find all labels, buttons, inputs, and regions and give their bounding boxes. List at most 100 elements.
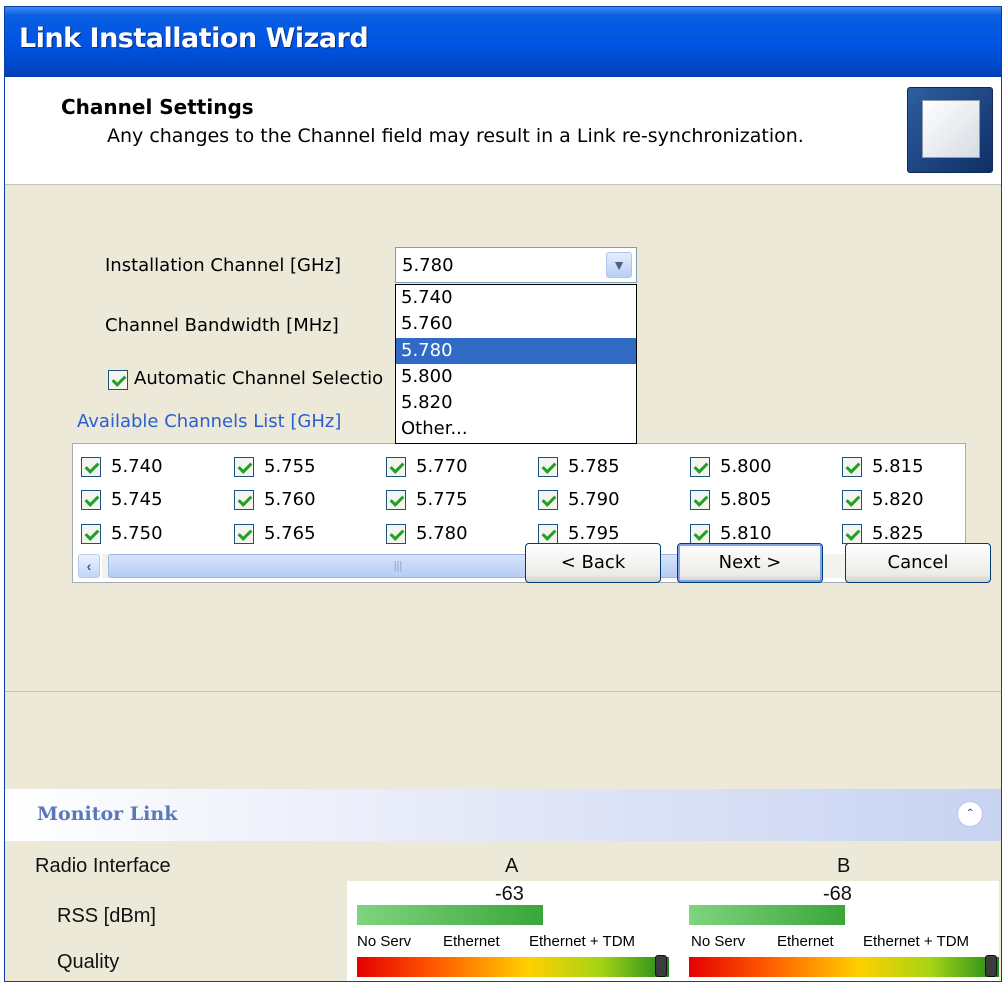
channel-item[interactable]: 5.775	[386, 489, 468, 510]
channel-item[interactable]: 5.750	[81, 523, 163, 544]
channel-checkbox[interactable]	[386, 457, 406, 477]
channel-item[interactable]: 5.780	[386, 523, 468, 544]
dropdown-option[interactable]: 5.800	[396, 364, 636, 390]
channel-item[interactable]: 5.790	[538, 489, 620, 510]
channel-checkbox[interactable]	[81, 490, 101, 510]
window-title: Link Installation Wizard	[5, 7, 1001, 77]
quality-bar-b	[689, 957, 999, 977]
rss-bar-a	[357, 905, 543, 925]
quality-scale-b-noserv: No Serv	[691, 933, 746, 950]
channel-item[interactable]: 5.800	[690, 456, 772, 477]
channel-item[interactable]: 5.810	[690, 523, 772, 544]
installation-channel-select[interactable]: 5.780 ▼	[395, 247, 637, 283]
channel-checkbox[interactable]	[538, 490, 558, 510]
auto-channel-label: Automatic Channel Selectio	[134, 368, 384, 389]
channel-checkbox[interactable]	[81, 524, 101, 544]
monitor-link-panel: Radio Interface A B RSS [dBm] -63 -68 Qu…	[5, 841, 1001, 981]
channel-checkbox[interactable]	[690, 490, 710, 510]
cancel-button[interactable]: Cancel	[845, 543, 991, 583]
channel-label: 5.760	[264, 489, 316, 510]
channel-checkbox[interactable]	[81, 457, 101, 477]
double-chevron-up-icon[interactable]: ˆ	[957, 801, 983, 827]
channel-label: 5.740	[111, 456, 163, 477]
channel-label: 5.765	[264, 523, 316, 544]
page-subtitle: Any changes to the Channel field may res…	[107, 125, 804, 147]
quality-indicator-b	[985, 955, 997, 977]
channel-checkbox[interactable]	[234, 457, 254, 477]
channel-label: 5.805	[720, 489, 772, 510]
rss-value-b: -68	[823, 883, 852, 905]
site-a-label: A	[505, 855, 519, 877]
page-title: Channel Settings	[61, 95, 254, 119]
channel-item[interactable]: 5.820	[842, 489, 924, 510]
horizontal-scrollbar[interactable]: ‹ ||| ›	[78, 554, 960, 578]
monitor-link-title: Monitor Link	[37, 803, 178, 825]
channel-checkbox[interactable]	[690, 457, 710, 477]
quality-scale-a-ethernet: Ethernet	[443, 933, 500, 950]
quality-scale-b-ethernet: Ethernet	[777, 933, 834, 950]
channel-label: 5.770	[416, 456, 468, 477]
channel-item[interactable]: 5.805	[690, 489, 772, 510]
channel-checkbox[interactable]	[538, 457, 558, 477]
channel-dropdown-list[interactable]: 5.740 5.760 5.780 5.800 5.820 Other...	[395, 284, 637, 444]
channel-label: 5.800	[720, 456, 772, 477]
chevron-down-icon[interactable]: ▼	[606, 252, 632, 278]
channel-item[interactable]: 5.770	[386, 456, 468, 477]
back-button[interactable]: < Back	[525, 543, 661, 583]
channel-bandwidth-label: Channel Bandwidth [MHz]	[105, 315, 339, 336]
channel-checkbox[interactable]	[234, 524, 254, 544]
channel-label: 5.820	[872, 489, 924, 510]
rss-value-a: -63	[495, 883, 524, 905]
dropdown-option-selected[interactable]: 5.780	[396, 337, 636, 364]
quality-scale-a-tdm: Ethernet + TDM	[529, 933, 636, 950]
channel-checkbox[interactable]	[386, 490, 406, 510]
channel-checkbox[interactable]	[842, 524, 862, 544]
channel-item[interactable]: 5.740	[81, 456, 163, 477]
channel-checkbox[interactable]	[386, 524, 406, 544]
auto-channel-selection[interactable]: Automatic Channel Selectio	[108, 368, 383, 390]
channel-checkbox[interactable]	[538, 524, 558, 544]
channel-item[interactable]: 5.815	[842, 456, 924, 477]
channel-label: 5.775	[416, 489, 468, 510]
quality-bar-a	[357, 957, 669, 977]
rss-bar-b	[689, 905, 845, 925]
channel-label: 5.785	[568, 456, 620, 477]
available-channels-title: Available Channels List [GHz]	[77, 411, 342, 432]
next-button[interactable]: Next >	[677, 543, 823, 583]
channel-item[interactable]: 5.825	[842, 523, 924, 544]
divider	[5, 691, 1001, 692]
channel-label: 5.790	[568, 489, 620, 510]
quality-label: Quality	[57, 951, 120, 973]
channel-checkbox[interactable]	[842, 490, 862, 510]
channel-label: 5.810	[720, 523, 772, 544]
channel-checkbox[interactable]	[234, 490, 254, 510]
channel-label: 5.825	[872, 523, 924, 544]
scroll-left-icon[interactable]: ‹	[78, 554, 100, 578]
quality-scale-b-tdm: Ethernet + TDM	[863, 933, 970, 950]
radio-interface-label: Radio Interface	[35, 855, 171, 877]
channel-label: 5.745	[111, 489, 163, 510]
channel-item[interactable]: 5.765	[234, 523, 316, 544]
channel-checkbox[interactable]	[842, 457, 862, 477]
dropdown-option[interactable]: 5.740	[396, 285, 636, 311]
available-channels-list: 5.740 5.745 5.750 5.755 5.760 5.765 5.77…	[72, 443, 966, 583]
monitor-link-header[interactable]: Monitor Link ˆ	[5, 789, 1001, 841]
wizard-header: Channel Settings Any changes to the Chan…	[5, 77, 1001, 185]
channel-item[interactable]: 5.745	[81, 489, 163, 510]
channel-item[interactable]: 5.755	[234, 456, 316, 477]
dropdown-option[interactable]: Other...	[396, 416, 636, 442]
dropdown-option[interactable]: 5.760	[396, 311, 636, 337]
channel-settings-panel: Installation Channel [GHz] 5.780 ▼ 5.740…	[5, 185, 1001, 692]
channel-checkbox[interactable]	[690, 524, 710, 544]
channel-item[interactable]: 5.760	[234, 489, 316, 510]
channel-label: 5.755	[264, 456, 316, 477]
channel-label: 5.815	[872, 456, 924, 477]
installation-channel-label: Installation Channel [GHz]	[105, 255, 342, 276]
channel-label: 5.750	[111, 523, 163, 544]
channel-item[interactable]: 5.785	[538, 456, 620, 477]
channel-item[interactable]: 5.795	[538, 523, 620, 544]
antenna-icon	[907, 87, 993, 173]
wizard-window: Link Installation Wizard Channel Setting…	[4, 6, 1002, 982]
auto-channel-checkbox[interactable]	[108, 369, 128, 390]
dropdown-option[interactable]: 5.820	[396, 390, 636, 416]
